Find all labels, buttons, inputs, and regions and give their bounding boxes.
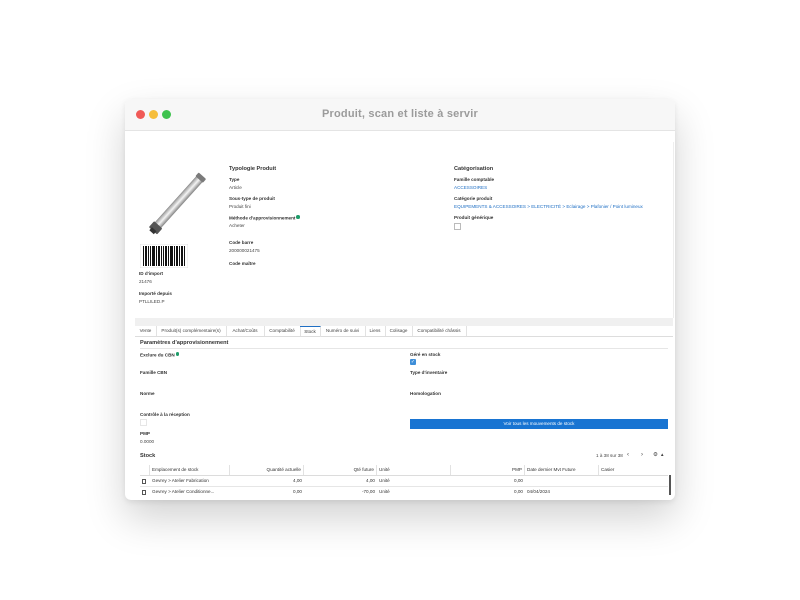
barcode-image — [140, 244, 188, 268]
voir-mouvements-button[interactable]: Voir tous les mouvements de stock — [410, 419, 668, 429]
tab-compatibilite-chassis[interactable]: Compatibilité châssis — [412, 326, 467, 336]
homologation-label: Homologation — [410, 391, 441, 396]
title-bar: Produit, scan et liste à servir — [125, 99, 675, 131]
imported-from-value: PTLLILED.P — [139, 299, 165, 304]
tab-numero-suivi[interactable]: Numéro de suivi — [320, 326, 366, 336]
column-header-date[interactable]: Date dernier Mvt Future — [525, 465, 599, 475]
column-header-icon — [140, 465, 150, 475]
cell-casier — [599, 487, 669, 497]
code-maitre-label: Code maître — [229, 261, 256, 266]
cell-casier — [599, 476, 669, 486]
column-header-emplacement[interactable]: Emplacement de stock — [150, 465, 230, 475]
app-window: Produit, scan et liste à servir ID d'imp… — [125, 99, 675, 500]
separator-strip — [135, 318, 673, 326]
appro-heading: Paramètres d'approvisionnement — [140, 340, 229, 346]
next-page-icon[interactable]: › — [641, 452, 643, 458]
cell-date: 04/04/2024 — [527, 489, 550, 494]
cell-quantite: 0,00 — [293, 489, 302, 494]
categorie-label: Catégorie produit — [454, 196, 493, 201]
window-title: Produit, scan et liste à servir — [322, 108, 478, 120]
cell-emplacement: Gevrey > Atelier Fabrication — [152, 478, 209, 483]
table-row[interactable]: Gevrey > Atelier Conditionne... 0,00 -70… — [140, 487, 668, 497]
tab-colisage[interactable]: Colisage — [385, 326, 413, 336]
pmp-value: 0.0000 — [140, 439, 155, 444]
typologie-heading: Typologie Produit — [229, 166, 277, 172]
column-header-unite[interactable]: Unité — [377, 465, 451, 475]
prev-page-icon[interactable]: ‹ — [627, 452, 629, 458]
gere-stock-checkbox[interactable]: ✓ — [410, 359, 416, 365]
soustype-label: Sous-type de produit — [229, 196, 275, 201]
cell-pmp: 0,00 — [514, 478, 523, 483]
column-header-qte-future[interactable]: Qté future — [304, 465, 377, 475]
exclure-cbn-label: Exclure du CBN — [140, 352, 180, 358]
document-icon[interactable] — [142, 489, 146, 495]
cell-unite: Unité — [379, 478, 390, 483]
methode-value[interactable]: Acheter — [229, 223, 245, 228]
cell-quantite: 4,00 — [293, 478, 302, 483]
generique-label: Produit générique — [454, 215, 494, 220]
imported-from-label: Importé depuis — [139, 291, 172, 296]
type-inventaire-label: Type d'inventaire — [410, 370, 448, 375]
info-icon[interactable] — [175, 352, 180, 356]
cell-emplacement: Gevrey > Atelier Conditionne... — [152, 489, 215, 494]
tab-achat-couts[interactable]: Achat/Coûts — [226, 326, 265, 336]
table-row[interactable]: Gevrey > Atelier Fabrication 4,00 4,00 U… — [140, 476, 668, 486]
type-value[interactable]: Article — [229, 185, 242, 190]
product-image — [149, 172, 206, 235]
document-icon[interactable] — [142, 478, 146, 484]
generique-checkbox[interactable] — [454, 223, 461, 230]
categorie-link[interactable]: EQUIPEMENTS & ACCESSOIRES > ELECTRICITÉ … — [454, 204, 643, 209]
tab-comptabilite[interactable]: Comptabilité — [264, 326, 301, 336]
code-barre-label: Code barre — [229, 240, 254, 245]
famille-comptable-label: Famille comptable — [454, 177, 495, 182]
famille-comptable-link[interactable]: ACCESSOIRES — [454, 185, 487, 190]
tab-vente[interactable]: Vente — [135, 326, 157, 336]
norme-label: Norme — [140, 391, 155, 396]
pmp-label: PMP — [140, 431, 150, 436]
product-header-panel: ID d'import 21476 Importé depuis PTLLILE… — [135, 142, 674, 318]
controle-reception-checkbox[interactable] — [140, 419, 147, 426]
soustype-value[interactable]: Produit fini — [229, 204, 251, 209]
column-header-pmp[interactable]: PMP — [451, 465, 525, 475]
info-icon[interactable] — [296, 215, 300, 219]
tab-bar: Vente Produit(s) complémentaire(s) Achat… — [135, 326, 673, 337]
column-header-quantite[interactable]: Quantité actuelle — [230, 465, 304, 475]
controle-reception-label: Contrôle à la réception — [140, 412, 190, 417]
methode-label: Méthode d'approvisionnement — [229, 215, 300, 221]
tab-produits-complementaires[interactable]: Produit(s) complémentaire(s) — [156, 326, 227, 336]
methode-label-text: Méthode d'approvisionnement — [229, 215, 296, 221]
id-import-label: ID d'import — [139, 271, 164, 276]
cell-unite: Unité — [379, 489, 390, 494]
type-label: Type — [229, 177, 240, 182]
cell-pmp: 0,00 — [514, 489, 523, 494]
exclure-cbn-label-text: Exclure du CBN — [140, 352, 175, 358]
tab-liens[interactable]: Liens — [365, 326, 386, 336]
product-form: ID d'import 21476 Importé depuis PTLLILE… — [135, 142, 674, 500]
pagination-text: 1 à 38 sur 38 — [596, 453, 623, 458]
categorisation-heading: Catégorisation — [454, 166, 494, 172]
stock-heading: Stock — [140, 453, 156, 459]
table-scrollbar[interactable] — [669, 475, 671, 495]
gere-stock-label: Géré en stock — [410, 352, 441, 357]
famille-cbn-label: Famille CBN — [140, 370, 168, 375]
tab-stock[interactable]: Stock — [300, 326, 321, 337]
cell-date — [525, 476, 599, 486]
cell-qte-future: -70,00 — [361, 489, 375, 494]
cell-qte-future: 4,00 — [366, 478, 375, 483]
column-header-casier[interactable]: Casier — [599, 465, 669, 475]
collapse-icon[interactable]: ▲ — [660, 452, 664, 458]
settings-icon[interactable]: ⚙ — [653, 452, 658, 458]
code-barre-value[interactable]: 200000021475 — [229, 248, 260, 253]
id-import-value: 21476 — [139, 279, 152, 284]
appro-divider — [140, 348, 668, 349]
